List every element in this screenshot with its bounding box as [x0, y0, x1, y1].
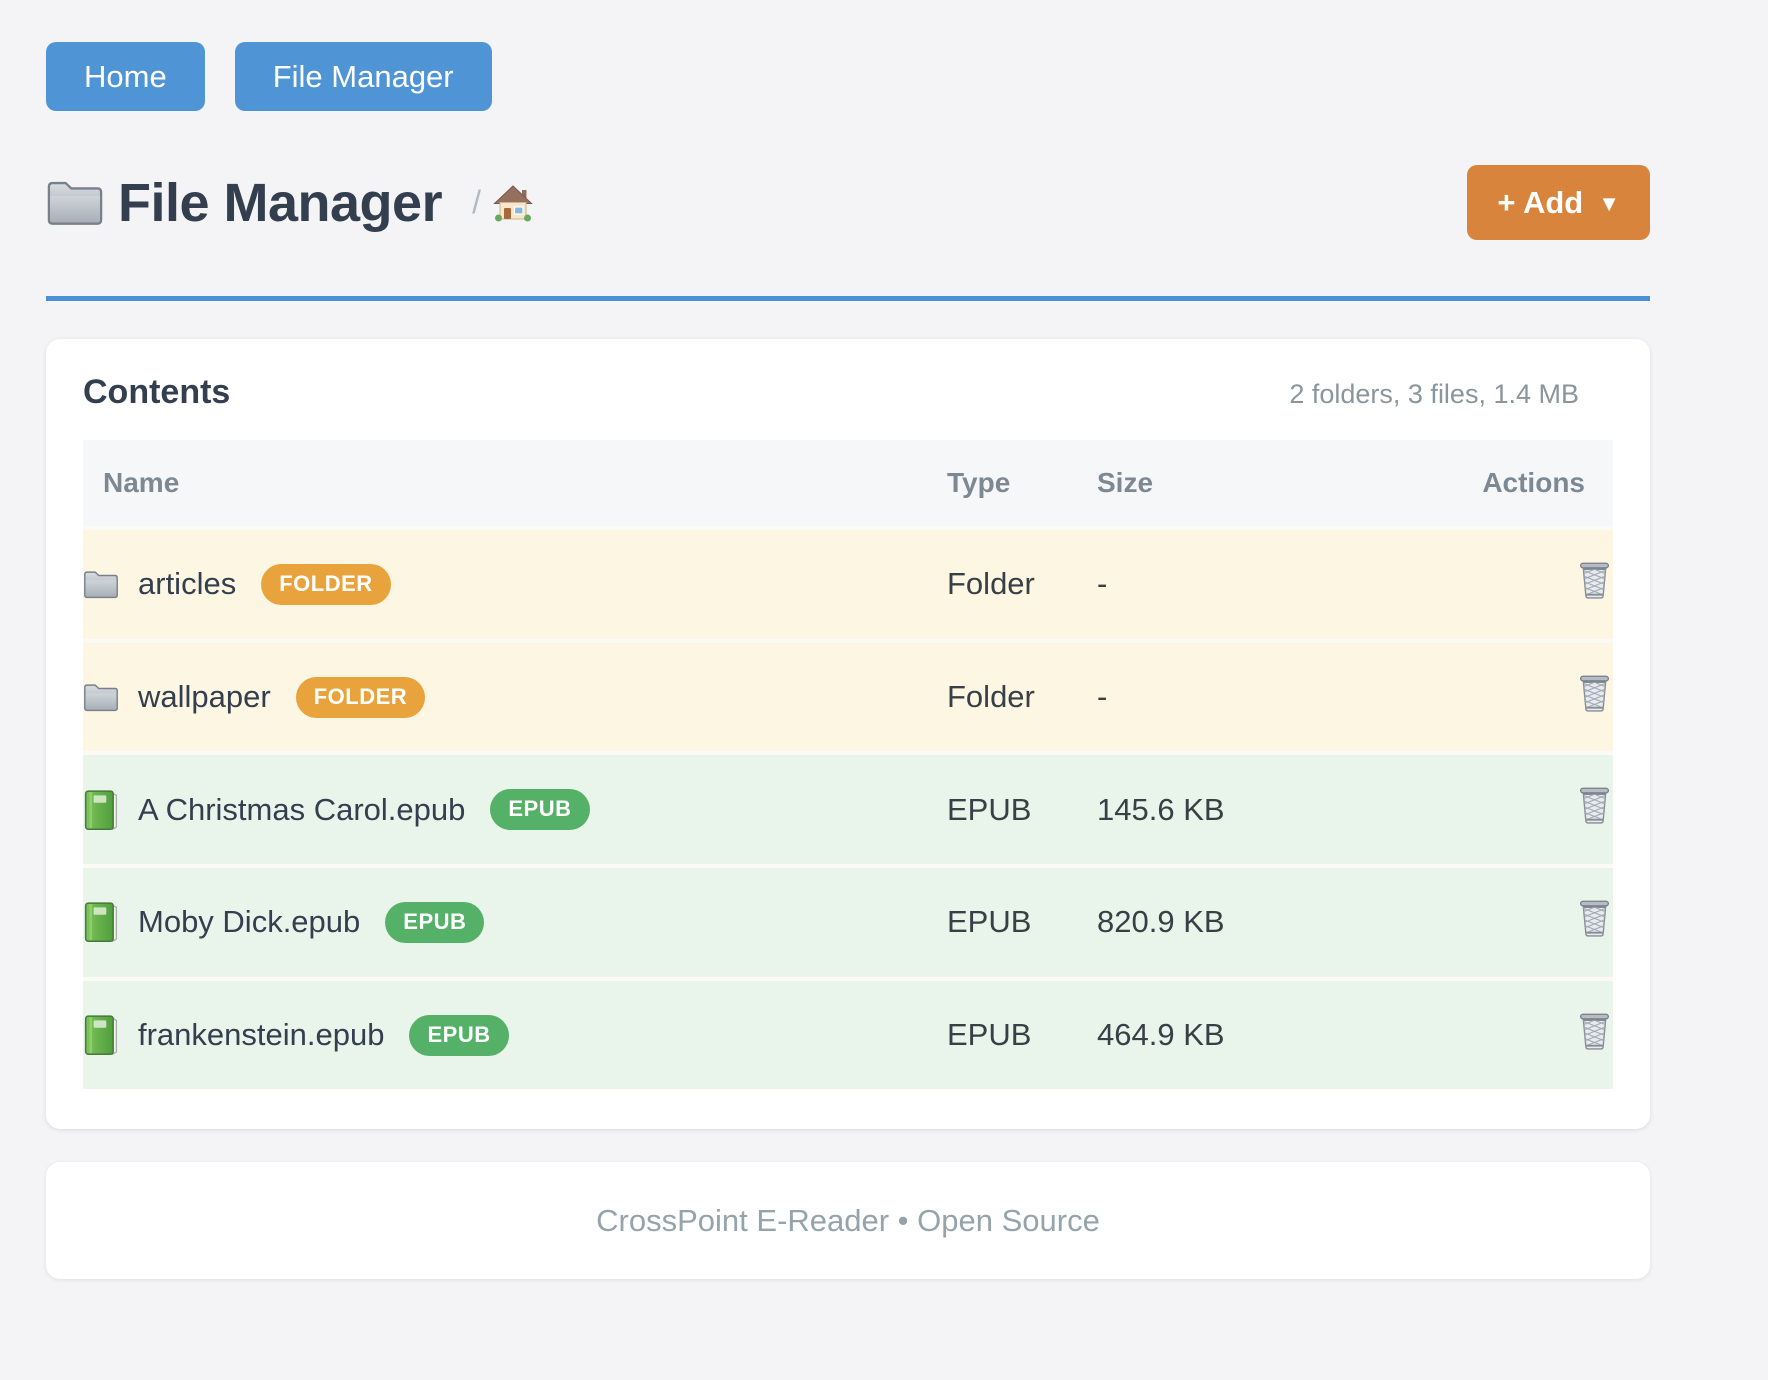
size-cell: 145.6 KB	[1097, 751, 1397, 864]
delete-button[interactable]	[1576, 673, 1613, 714]
name-cell: A Christmas Carol.epub EPUB	[83, 751, 947, 864]
nav-file-manager-button[interactable]: File Manager	[235, 42, 492, 111]
add-button[interactable]: + Add ▼	[1467, 165, 1650, 240]
type-cell: EPUB	[947, 864, 1097, 977]
delete-button[interactable]	[1576, 898, 1613, 939]
folder-icon	[83, 569, 119, 600]
file-name[interactable]: Moby Dick.epub	[138, 904, 360, 940]
actions-cell	[1397, 751, 1613, 864]
add-button-label: + Add	[1497, 187, 1583, 218]
file-name[interactable]: wallpaper	[138, 679, 271, 715]
file-type-badge: FOLDER	[261, 564, 390, 605]
file-type-badge: EPUB	[490, 789, 589, 830]
name-cell: wallpaper FOLDER	[83, 639, 947, 752]
accent-divider	[46, 296, 1650, 301]
contents-card: Contents 2 folders, 3 files, 1.4 MB Name…	[46, 339, 1650, 1129]
name-cell: frankenstein.epub EPUB	[83, 977, 947, 1090]
contents-card-header: Contents 2 folders, 3 files, 1.4 MB	[83, 373, 1613, 412]
trash-icon	[1576, 673, 1613, 714]
contents-summary: 2 folders, 3 files, 1.4 MB	[1289, 379, 1579, 410]
actions-cell	[1397, 977, 1613, 1090]
contents-title: Contents	[83, 373, 230, 412]
folder-icon	[46, 178, 104, 227]
type-cell: EPUB	[947, 977, 1097, 1090]
home-icon[interactable]	[493, 183, 533, 223]
size-cell: 820.9 KB	[1097, 864, 1397, 977]
size-cell: 464.9 KB	[1097, 977, 1397, 1090]
table-row: articles FOLDER Folder -	[83, 526, 1613, 639]
trash-icon	[1576, 1011, 1613, 1052]
table-row: frankenstein.epub EPUB EPUB 464.9 KB	[83, 977, 1613, 1090]
delete-button[interactable]	[1576, 1011, 1613, 1052]
chevron-down-icon: ▼	[1598, 193, 1620, 215]
name-cell: Moby Dick.epub EPUB	[83, 864, 947, 977]
actions-cell	[1397, 526, 1613, 639]
file-name[interactable]: A Christmas Carol.epub	[138, 792, 465, 828]
delete-button[interactable]	[1576, 785, 1613, 826]
book-icon	[83, 901, 119, 943]
size-cell: -	[1097, 526, 1397, 639]
book-icon	[83, 789, 119, 831]
page-header: File Manager / + Add ▼	[46, 165, 1650, 240]
trash-icon	[1576, 785, 1613, 826]
trash-icon	[1576, 898, 1613, 939]
footer-text: CrossPoint E-Reader • Open Source	[596, 1203, 1100, 1239]
breadcrumb-separator: /	[472, 184, 481, 221]
column-header-type: Type	[947, 440, 1097, 526]
delete-button[interactable]	[1576, 560, 1613, 601]
book-icon	[83, 1014, 119, 1056]
table-row: A Christmas Carol.epub EPUB EPUB 145.6 K…	[83, 751, 1613, 864]
page-title: File Manager	[118, 172, 442, 234]
table-header: Name Type Size Actions	[83, 440, 1613, 526]
file-table: Name Type Size Actions articles FOLDER F…	[83, 440, 1613, 1089]
file-name[interactable]: frankenstein.epub	[138, 1017, 384, 1053]
top-nav: Home File Manager	[46, 42, 1650, 111]
column-header-actions: Actions	[1397, 440, 1613, 526]
table-row: wallpaper FOLDER Folder -	[83, 639, 1613, 752]
file-name[interactable]: articles	[138, 566, 236, 602]
actions-cell	[1397, 864, 1613, 977]
type-cell: Folder	[947, 639, 1097, 752]
file-type-badge: EPUB	[409, 1015, 508, 1056]
column-header-size: Size	[1097, 440, 1397, 526]
file-type-badge: FOLDER	[296, 677, 425, 718]
column-header-name: Name	[83, 440, 947, 526]
file-type-badge: EPUB	[385, 902, 484, 943]
actions-cell	[1397, 639, 1613, 752]
nav-home-button[interactable]: Home	[46, 42, 205, 111]
size-cell: -	[1097, 639, 1397, 752]
table-row: Moby Dick.epub EPUB EPUB 820.9 KB	[83, 864, 1613, 977]
type-cell: EPUB	[947, 751, 1097, 864]
trash-icon	[1576, 560, 1613, 601]
name-cell: articles FOLDER	[83, 526, 947, 639]
footer: CrossPoint E-Reader • Open Source	[46, 1162, 1650, 1279]
page: HomeFile Manager File Manager / + Add ▼ …	[46, 0, 1650, 1279]
type-cell: Folder	[947, 526, 1097, 639]
breadcrumb: /	[472, 183, 533, 223]
folder-icon	[83, 682, 119, 713]
